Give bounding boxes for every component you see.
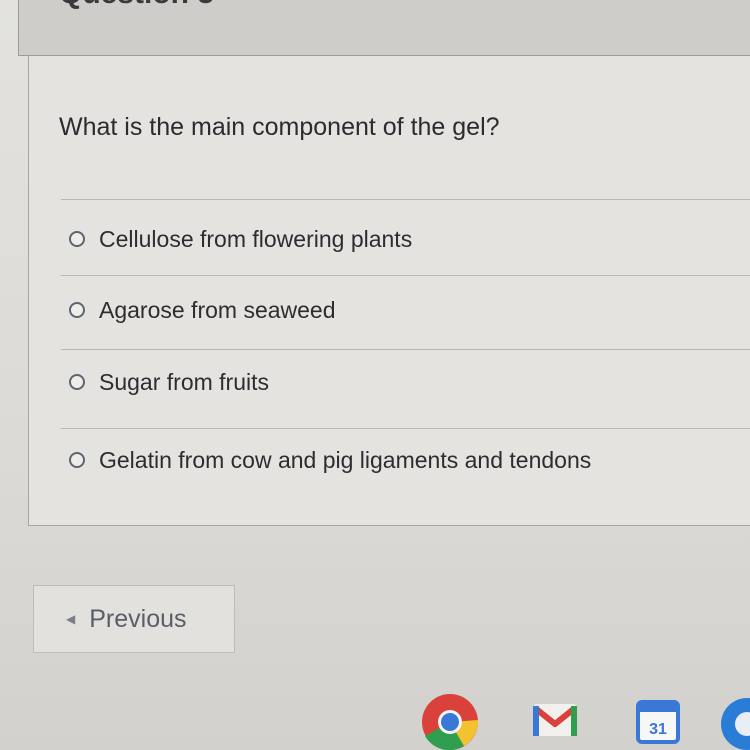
question-text: What is the main component of the gel? [59,113,500,141]
question-header: Question 5 [18,0,750,56]
answer-option[interactable]: Agarose from seaweed [69,290,336,330]
chevron-left-icon: ◀ [66,612,76,626]
calendar-day: 31 [649,721,667,738]
option-label: Gelatin from cow and pig ligaments and t… [99,446,592,473]
gmail-icon[interactable] [525,690,585,750]
answer-option[interactable]: Sugar from fruits [69,362,269,402]
chrome-icon[interactable] [420,690,480,750]
radio-button[interactable] [69,374,85,390]
divider [61,428,750,429]
divider [61,275,750,276]
radio-button[interactable] [69,302,85,318]
answer-option[interactable]: Gelatin from cow and pig ligaments and t… [69,440,591,480]
app-icon[interactable] [715,690,750,750]
question-number: Question 5 [59,0,214,11]
divider [61,199,750,200]
answer-option[interactable]: Cellulose from flowering plants [69,219,412,259]
calendar-icon[interactable]: 31 [630,690,690,750]
question-panel: What is the main component of the gel? C… [28,56,750,526]
option-label: Cellulose from flowering plants [99,225,413,252]
divider [61,349,750,350]
quiz-page: Question 5 What is the main component of… [0,0,750,750]
radio-button[interactable] [69,231,85,247]
previous-label: Previous [89,604,187,633]
option-label: Sugar from fruits [99,368,269,395]
radio-button[interactable] [69,452,85,468]
option-label: Agarose from seaweed [99,296,336,323]
previous-button[interactable]: ◀ Previous [33,585,235,653]
